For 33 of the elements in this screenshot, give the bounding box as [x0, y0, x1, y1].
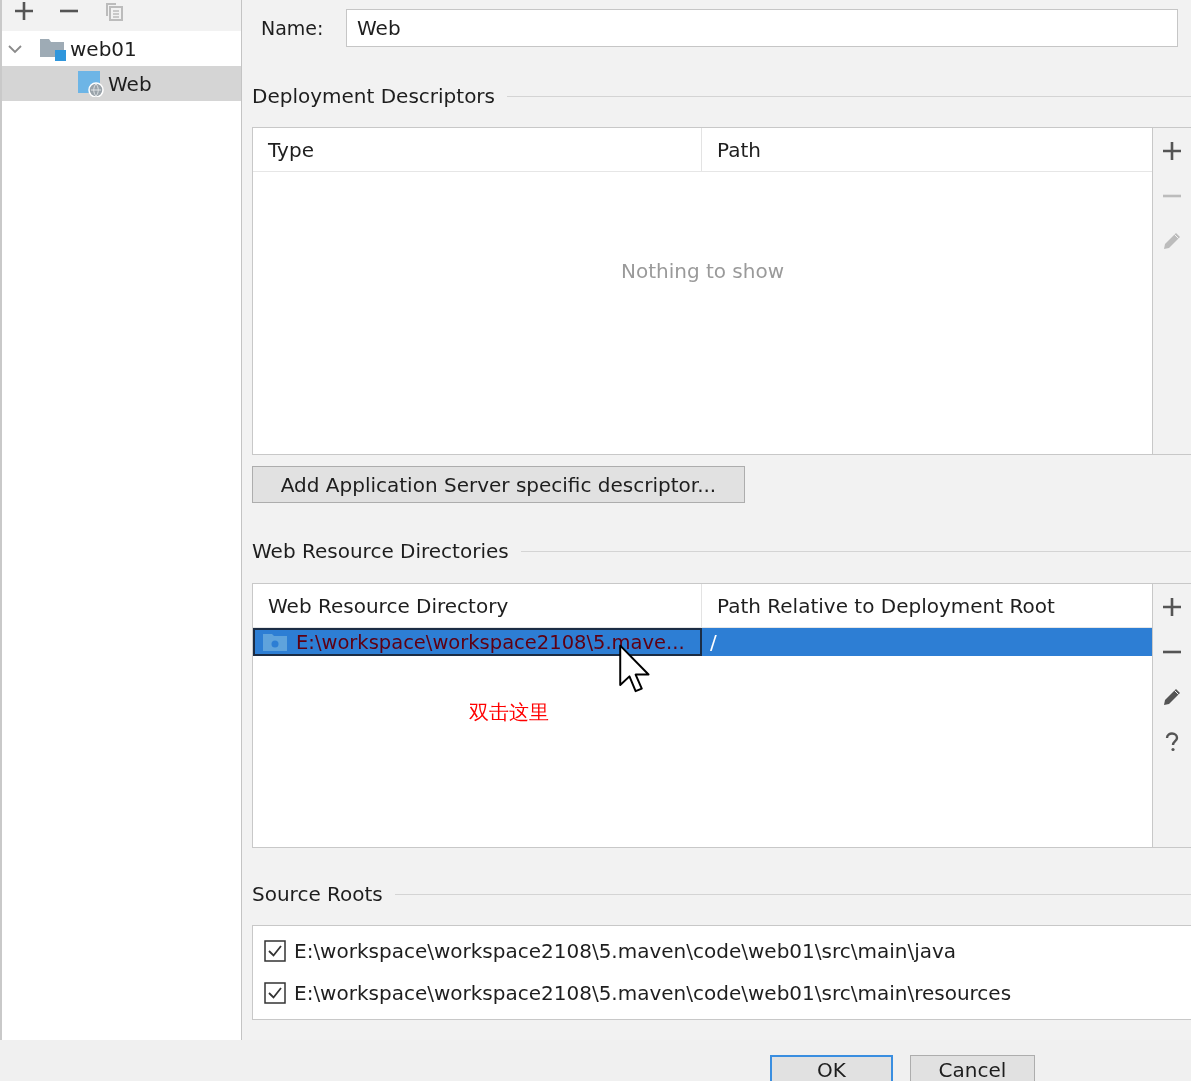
- plus-icon[interactable]: [1162, 141, 1182, 161]
- plus-icon[interactable]: [14, 1, 34, 21]
- column-header[interactable]: Path: [702, 128, 1152, 171]
- checkbox[interactable]: [264, 982, 286, 1004]
- tree-item-label: Web: [108, 71, 152, 96]
- checkbox-label: E:\workspace\workspace2108\5.maven\code\web01\src\main\java: [294, 939, 957, 963]
- cell-text: E:\workspace\workspace2108\5.mave...: [296, 630, 685, 654]
- add-descriptor-button[interactable]: Add Application Server specific descriptor...: [252, 466, 745, 503]
- folder-icon: [40, 36, 66, 61]
- checkbox-label: E:\workspace\workspace2108\5.maven\code\web01\src\main\resources: [294, 981, 1012, 1005]
- section-title: Source Roots: [252, 882, 383, 906]
- table-row[interactable]: E:\workspace\workspace2108\5.mave... /: [253, 628, 1152, 656]
- column-header[interactable]: Path Relative to Deployment Root: [702, 584, 1152, 627]
- dialog-button[interactable]: OK: [770, 1055, 893, 1081]
- web-facet-icon: [78, 70, 104, 97]
- folder-icon: [263, 633, 287, 651]
- column-header[interactable]: Type: [253, 128, 702, 171]
- plus-icon[interactable]: [1162, 597, 1182, 617]
- tree-item[interactable]: web01: [2, 31, 241, 66]
- chevron-icon[interactable]: [8, 43, 22, 54]
- table-cell[interactable]: /: [702, 628, 1152, 656]
- name-label: Name:: [261, 17, 325, 39]
- annotation-text: 双击这里: [469, 699, 549, 726]
- checkbox[interactable]: [264, 940, 286, 962]
- tree-item-label: web01: [70, 36, 137, 61]
- pencil-icon[interactable]: [1162, 687, 1182, 707]
- name-field[interactable]: Web: [346, 9, 1178, 47]
- tree-item[interactable]: Web: [2, 66, 241, 101]
- empty-table-text: Nothing to show: [620, 259, 785, 283]
- dialog-button[interactable]: Cancel: [910, 1055, 1035, 1081]
- section-title: Deployment Descriptors: [252, 84, 495, 108]
- column-header[interactable]: Web Resource Directory: [253, 584, 702, 627]
- section-title: Web Resource Directories: [252, 539, 509, 563]
